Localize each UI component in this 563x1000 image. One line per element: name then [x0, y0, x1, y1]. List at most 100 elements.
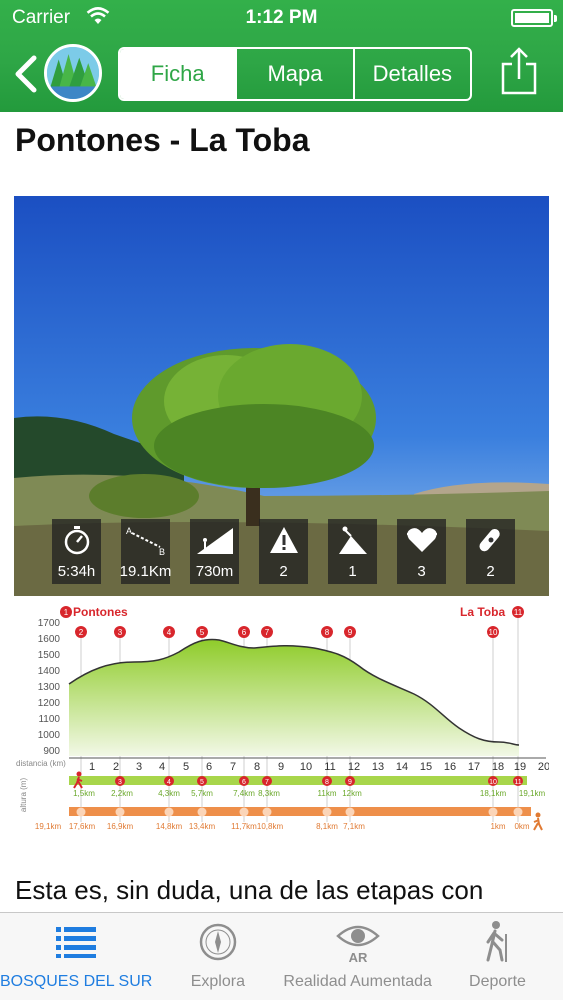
- xtick: 17: [468, 761, 480, 773]
- xtick: 18: [492, 761, 504, 773]
- reverse-distance: 16,9km: [107, 822, 134, 831]
- route-photo: 5:34h AB 19.1Km 730m 2 1 3 2: [14, 196, 549, 596]
- forward-distance: 11km: [318, 789, 337, 798]
- xtick: 14: [396, 761, 408, 773]
- stat-distance-value: 19.1Km: [119, 563, 172, 580]
- ytick: 900: [43, 746, 60, 757]
- stat-terrain-value: 1: [348, 563, 357, 580]
- svg-text:10: 10: [489, 779, 497, 786]
- stat-ascent: 730m: [190, 519, 239, 584]
- eye-ar-icon: AR: [335, 925, 380, 964]
- forward-distance: 2,2km: [111, 789, 133, 798]
- svg-text:11: 11: [514, 608, 523, 617]
- ascent-icon: [196, 528, 233, 554]
- page-title: Pontones - La Toba: [15, 122, 310, 158]
- tab-label: Explora: [190, 973, 245, 990]
- xtick: 11: [324, 761, 335, 773]
- svg-text:7: 7: [265, 779, 269, 786]
- stat-duration: 5:34h: [52, 519, 101, 584]
- reverse-distance: 8,1km: [316, 822, 338, 831]
- elevation-profile: Pontones La Toba 1700 1600 1500 1400 130…: [16, 605, 549, 831]
- reverse-distance: 1km: [490, 822, 505, 831]
- stat-duration-value: 5:34h: [57, 563, 96, 580]
- tab-ficha[interactable]: Ficha: [120, 49, 236, 99]
- tab-realidad-aumentada[interactable]: AR Realidad Aumentada: [283, 913, 432, 1000]
- tab-detalles[interactable]: Detalles: [352, 49, 470, 99]
- list-icon: [56, 927, 97, 958]
- xtick: 9: [278, 761, 284, 773]
- svg-text:3: 3: [118, 628, 123, 637]
- svg-text:4: 4: [167, 779, 171, 786]
- reverse-distance: 19,1km: [35, 822, 62, 831]
- svg-text:8: 8: [325, 779, 329, 786]
- forward-distance: 4,3km: [158, 789, 180, 798]
- stopwatch-icon: [64, 526, 89, 555]
- svg-text:4: 4: [167, 628, 172, 637]
- svg-text:6: 6: [242, 628, 247, 637]
- warning-icon: [269, 527, 298, 553]
- profile-area: [69, 639, 519, 756]
- tab-explora[interactable]: Explora: [152, 913, 283, 1000]
- xtick: 19: [514, 761, 526, 773]
- route-description: Esta es, sin duda, una de las etapas con: [15, 875, 484, 905]
- stat-ascent-value: 730m: [195, 563, 234, 580]
- reverse-bar: [69, 807, 531, 816]
- tab-deporte[interactable]: Deporte: [432, 913, 563, 1000]
- svg-text:9: 9: [348, 628, 353, 637]
- back-chevron-icon[interactable]: [10, 50, 40, 98]
- xtick: 4: [159, 761, 165, 773]
- forward-distance: 18,1km: [480, 789, 507, 798]
- svg-text:5: 5: [200, 628, 205, 637]
- ytick: 1000: [38, 730, 61, 741]
- svg-text:1: 1: [64, 608, 69, 617]
- ytick: 1100: [38, 714, 60, 725]
- distance-icon: AB: [126, 526, 165, 557]
- xtick: 15: [420, 761, 432, 773]
- segmented-control: Ficha Mapa Detalles: [118, 47, 472, 101]
- xtick: 20: [538, 761, 549, 773]
- svg-text:6: 6: [242, 779, 246, 786]
- ytick: 1500: [38, 650, 61, 661]
- hiker-end-icon: [533, 812, 543, 831]
- svg-text:10: 10: [489, 628, 498, 637]
- hiker-icon: [486, 921, 508, 962]
- share-icon[interactable]: [500, 46, 538, 96]
- ytick: 1300: [38, 682, 61, 693]
- svg-text:B: B: [159, 547, 165, 557]
- forward-distance: 8,3km: [258, 789, 280, 798]
- xtick: 7: [230, 761, 236, 773]
- forward-distance: 5,7km: [191, 789, 213, 798]
- xtick: 3: [136, 761, 142, 773]
- ytick: 1700: [38, 618, 61, 629]
- xtick: 12: [348, 761, 360, 773]
- forest-logo-icon[interactable]: [44, 44, 102, 102]
- ytick: 1600: [38, 634, 61, 645]
- svg-text:5: 5: [200, 779, 204, 786]
- end-label: La Toba: [460, 605, 505, 619]
- reverse-distance: 7,1km: [343, 822, 365, 831]
- reverse-distance: 14,8km: [156, 822, 183, 831]
- status-bar: Carrier 1:12 PM: [0, 0, 563, 36]
- stat-distance: AB 19.1Km: [119, 519, 172, 584]
- reverse-distance: 10,8km: [257, 822, 284, 831]
- yaxis-label: altura (m): [19, 778, 28, 813]
- reverse-distance: 17,6km: [69, 822, 96, 831]
- forward-distance: 1,5km: [73, 789, 95, 798]
- terrain-icon: [338, 526, 367, 554]
- tab-bosques-del-sur[interactable]: BOSQUES DEL SUR: [0, 913, 152, 1000]
- forward-distance: 19,1km: [519, 789, 546, 798]
- svg-text:9: 9: [348, 779, 352, 786]
- ytick: 1200: [38, 698, 61, 709]
- xtick: 8: [254, 761, 260, 773]
- xtick: 16: [444, 761, 456, 773]
- stat-difficulty-value: 2: [486, 563, 495, 580]
- xtick: 2: [113, 761, 119, 773]
- heart-icon: [406, 528, 437, 552]
- stat-terrain: 1: [328, 519, 377, 584]
- xtick: 5: [183, 761, 189, 773]
- forward-bar: [69, 776, 527, 785]
- tab-mapa[interactable]: Mapa: [235, 49, 352, 99]
- battery-icon: [511, 9, 557, 27]
- forward-distance: 7,4km: [233, 789, 255, 798]
- tab-label: Realidad Aumentada: [283, 973, 432, 990]
